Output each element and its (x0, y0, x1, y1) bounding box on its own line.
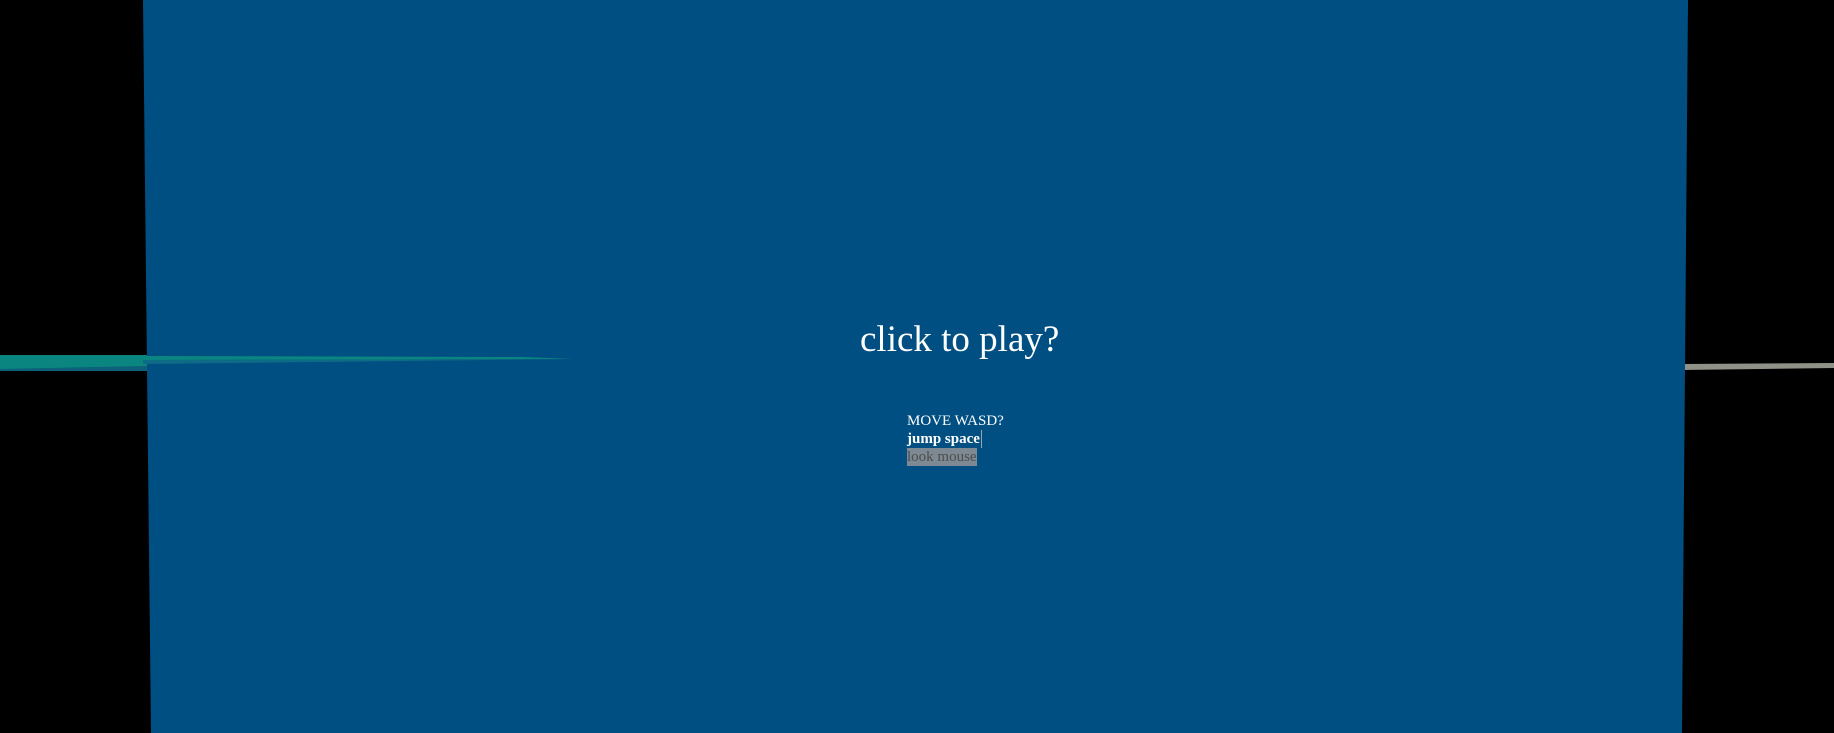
controls-jump-wrap: jump space (907, 430, 982, 448)
controls-move-label: MOVE WASD? (907, 413, 1004, 429)
controls-look: look mouse (907, 448, 1004, 466)
controls-look-label: look mouse (907, 448, 977, 466)
controls-jump: jump space (907, 430, 1004, 448)
controls-move: MOVE WASD? (907, 412, 1004, 430)
game-scene[interactable]: click to play? MOVE WASD? jump space loo… (0, 0, 1834, 733)
controls-jump-label: jump space (907, 431, 980, 447)
start-overlay[interactable]: click to play? MOVE WASD? jump space loo… (0, 0, 1834, 733)
click-to-play-prompt[interactable]: click to play? (860, 318, 1059, 362)
controls-help: MOVE WASD? jump space look mouse (907, 412, 1004, 466)
